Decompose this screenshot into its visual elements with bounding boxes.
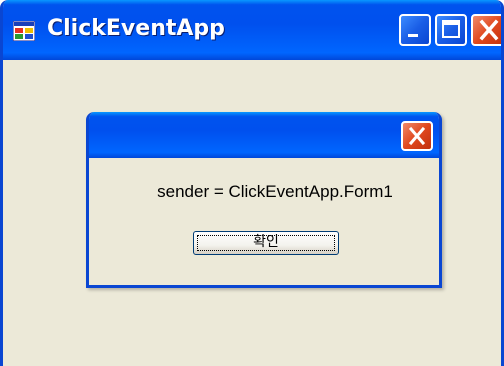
- dialog-titlebar[interactable]: [89, 112, 439, 158]
- dialog-close-button[interactable]: [401, 121, 433, 151]
- close-button[interactable]: [471, 14, 501, 46]
- main-titlebar[interactable]: ClickEventApp: [3, 0, 501, 60]
- maximize-icon: [442, 20, 460, 38]
- app-window-icon[interactable]: [12, 20, 36, 42]
- ok-button-label: 확인: [253, 234, 279, 250]
- close-icon: [479, 19, 499, 41]
- minimize-button[interactable]: [399, 14, 431, 46]
- window-title: ClickEventApp: [47, 16, 225, 41]
- ok-button[interactable]: 확인: [193, 231, 339, 255]
- message-text: sender = ClickEventApp.Form1: [157, 182, 393, 201]
- minimize-icon: [408, 34, 418, 37]
- close-icon: [408, 126, 426, 146]
- dialog-message: sender = ClickEventApp.Form1: [89, 182, 439, 202]
- message-box: sender = ClickEventApp.Form1 확인: [86, 112, 442, 288]
- maximize-button[interactable]: [435, 14, 467, 46]
